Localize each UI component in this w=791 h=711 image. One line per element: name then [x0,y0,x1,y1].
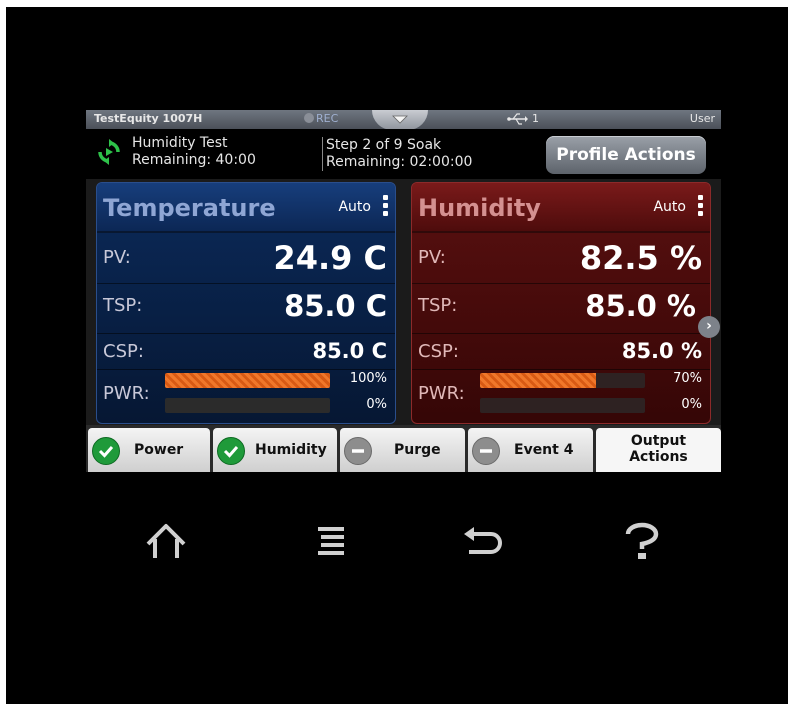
help-icon[interactable] [620,520,664,564]
chevron-down-icon [392,115,408,124]
divider [97,333,395,334]
output-humidity-label: Humidity [255,442,327,458]
usb-count: 1 [532,112,539,125]
temperature-menu-icon[interactable] [381,193,389,219]
humidity-panel[interactable]: Humidity Auto PV: 82.5 % TSP: 85.0 % CSP… [411,182,711,424]
rec-label: REC [316,112,339,125]
humidity-pwr-label: PWR: [418,383,465,404]
humidity-menu-icon[interactable] [696,193,704,219]
temperature-tsp-value[interactable]: 85.0 C [284,289,387,323]
humidity-humidify-bar [480,373,645,388]
profile-info: Humidity Test Remaining: 40:00 [132,135,256,169]
humidity-csp-label: CSP: [418,341,459,362]
minus-icon [472,437,500,465]
record-icon [304,113,314,123]
humidity-tsp-label: TSP: [418,295,458,316]
profile-remaining: Remaining: 40:00 [132,152,256,168]
profile-status-row: Humidity Test Remaining: 40:00 Step 2 of… [86,129,721,179]
temperature-header: Temperature Auto [97,183,395,233]
divider [412,369,710,370]
output-actions-label: Output Actions [596,433,721,465]
step-label: Step 2 of 9 Soak [326,137,442,153]
output-power-button[interactable]: Power [88,428,210,472]
temperature-tsp-label: TSP: [103,295,143,316]
temperature-heat-bar [165,373,330,388]
output-event4-label: Event 4 [514,442,574,458]
device-title: TestEquity 1007H [94,112,203,125]
humidity-humidify-fill [480,373,596,388]
rec-indicator: REC [304,112,338,125]
output-bar: Power Humidity Purge Event 4 Output Acti… [86,425,721,472]
temperature-pwr-label: PWR: [103,383,150,404]
output-purge-label: Purge [394,442,441,458]
temperature-pv-label: PV: [103,247,131,268]
pull-down-tab[interactable] [372,110,428,130]
humidity-dehumidify-pct: 0% [681,397,702,412]
temperature-csp-label: CSP: [103,341,144,362]
step-remaining: Remaining: 02:00:00 [326,154,473,170]
next-page-arrow-icon[interactable]: › [698,316,720,338]
temperature-pv-value: 24.9 C [273,239,387,277]
temperature-panel[interactable]: Temperature Auto PV: 24.9 C TSP: 85.0 C … [96,182,396,424]
home-icon[interactable] [144,520,188,564]
humidity-pv-label: PV: [418,247,446,268]
temperature-heat-fill [165,373,330,388]
humidity-title: Humidity [418,194,541,222]
status-bar: TestEquity 1007H REC 1 User [86,110,721,130]
usb-icon [507,113,528,125]
temperature-title: Temperature [103,194,276,222]
temperature-heat-pct: 100% [349,371,387,386]
profile-actions-button[interactable]: Profile Actions [546,136,706,174]
output-purge-button[interactable]: Purge [340,428,465,472]
humidity-tsp-value[interactable]: 85.0 % [585,289,696,323]
humidity-dehumidify-bar [480,398,645,413]
output-power-label: Power [134,442,184,458]
profile-running-icon [98,139,120,165]
output-actions-line1: Output [630,433,687,449]
profile-name: Humidity Test [132,135,228,151]
divider [97,283,395,284]
humidity-header: Humidity Auto [412,183,710,233]
output-actions-button[interactable]: Output Actions [596,428,721,472]
check-icon [217,437,245,465]
divider [97,369,395,370]
output-actions-line2: Actions [629,449,688,465]
user-label[interactable]: User [690,112,715,125]
output-humidity-button[interactable]: Humidity [213,428,337,472]
humidity-pv-value: 82.5 % [579,239,702,277]
menu-icon[interactable] [308,520,352,564]
temperature-cool-pct: 0% [366,397,387,412]
humidity-csp-value: 85.0 % [621,339,702,363]
humidity-mode: Auto [653,199,686,215]
temperature-mode: Auto [338,199,371,215]
humidity-humidify-pct: 70% [673,371,702,386]
divider [412,283,710,284]
temperature-cool-bar [165,398,330,413]
step-info: Step 2 of 9 Soak Remaining: 02:00:00 [322,137,472,171]
touch-screen: TestEquity 1007H REC 1 User Humidity Tes… [86,110,721,472]
output-event4-button[interactable]: Event 4 [468,428,593,472]
temperature-csp-value: 85.0 C [312,339,387,363]
back-icon[interactable] [461,520,505,564]
check-icon [92,437,120,465]
minus-icon [344,437,372,465]
divider [412,333,710,334]
